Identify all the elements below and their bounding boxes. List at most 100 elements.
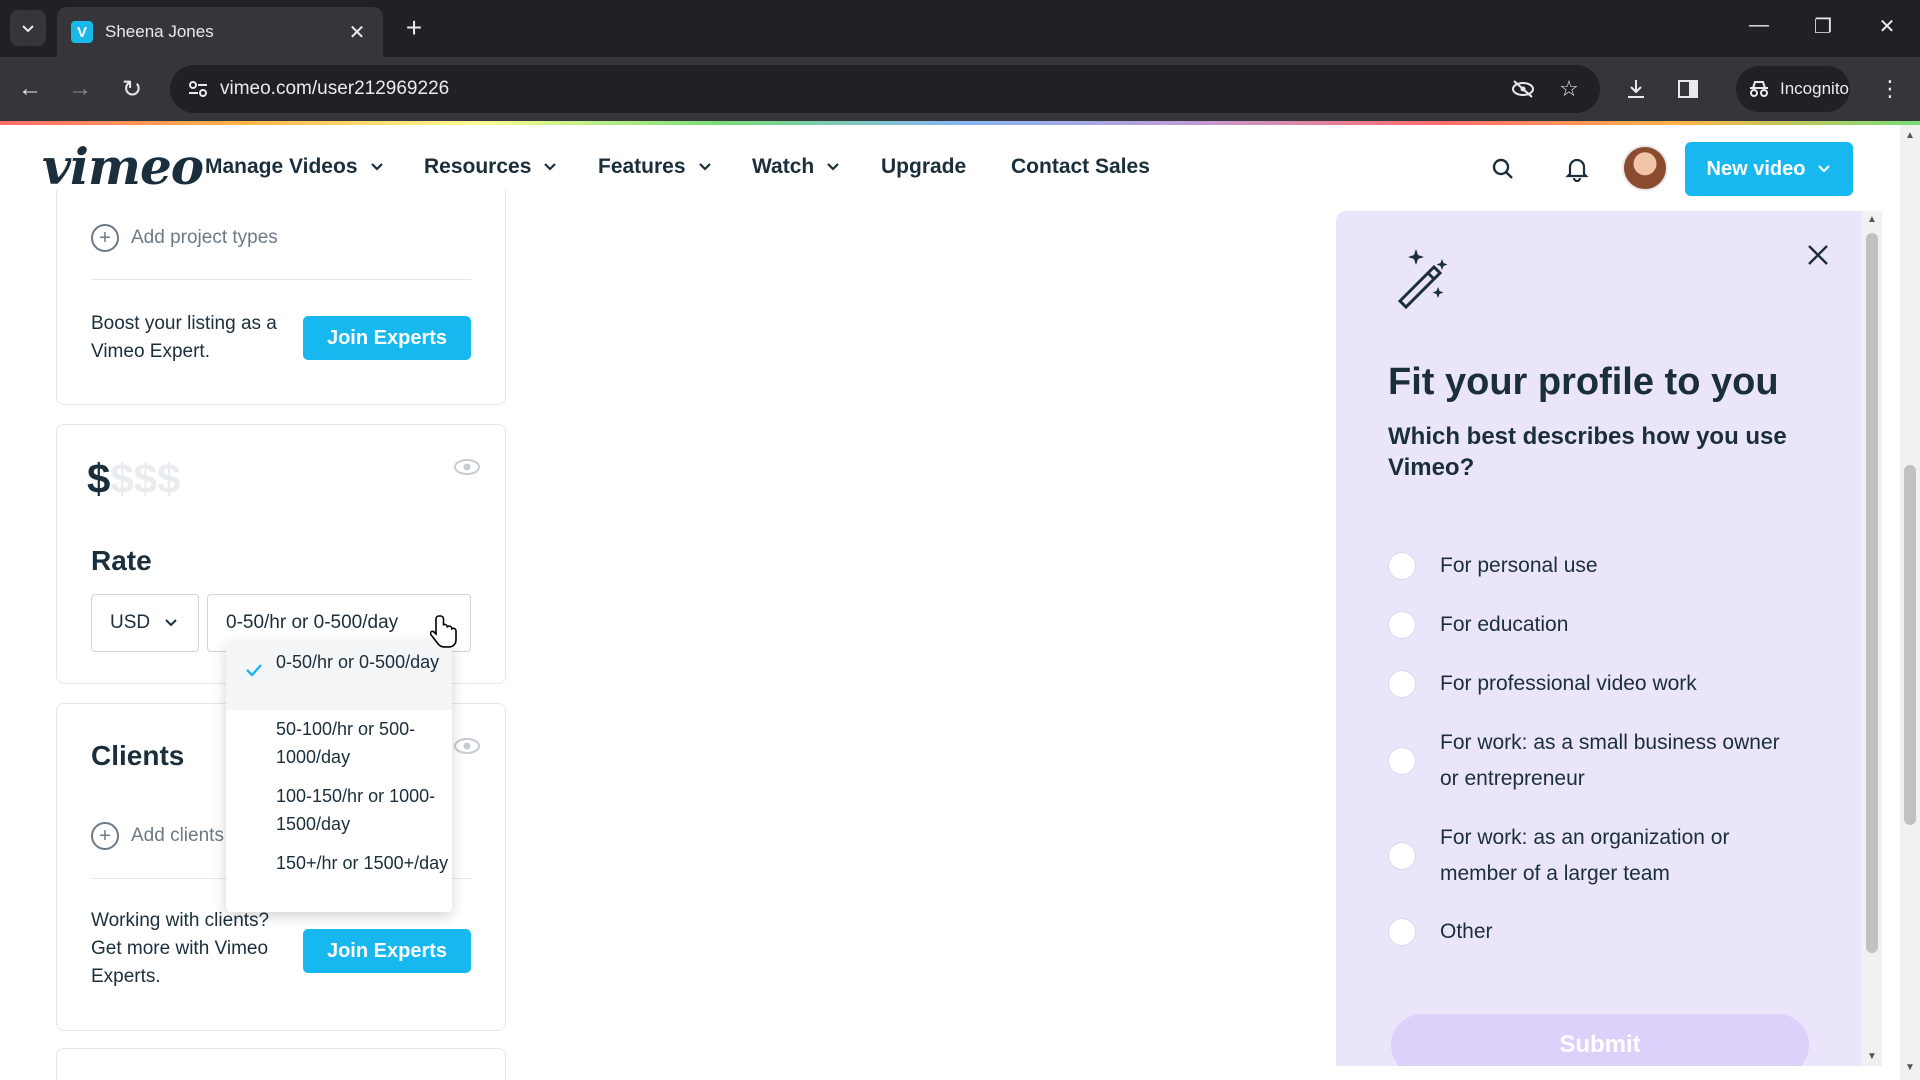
nav-manage-videos[interactable]: Manage Videos <box>205 155 384 179</box>
clients-title: Clients <box>91 740 185 771</box>
reload-icon[interactable]: ↻ <box>114 71 150 107</box>
browser-tab-bar: V Sheena Jones ✕ + — ❐ ✕ <box>0 0 1920 57</box>
chevron-down-icon <box>370 163 383 171</box>
scroll-down-icon[interactable]: ▼ <box>1905 1063 1915 1073</box>
forward-icon[interactable]: → <box>62 71 98 107</box>
rate-display: $$$$ <box>87 455 180 503</box>
working-with-clients-text: Working with clients? Get more with Vime… <box>91 910 270 987</box>
visibility-eye-icon[interactable] <box>453 736 481 756</box>
magic-wand-icon <box>1397 249 1448 310</box>
radio-button[interactable] <box>1388 670 1416 698</box>
side-panel-icon[interactable] <box>1672 73 1704 105</box>
panel-scrollbar[interactable]: ▲ ▼ <box>1862 211 1882 1066</box>
rate-title: Rate <box>91 545 152 576</box>
submit-button[interactable]: Submit <box>1391 1014 1809 1066</box>
restore-icon[interactable]: ❐ <box>1808 14 1838 39</box>
page-scroll-thumb[interactable] <box>1904 465 1916 825</box>
option-label: For education <box>1440 613 1569 636</box>
rate-option-label: 100-150/hr or 1000-1500/day <box>276 786 436 834</box>
option-label: For professional video work <box>1440 672 1697 695</box>
radio-button[interactable] <box>1388 842 1416 870</box>
hand-pointer-cursor-icon <box>430 615 457 648</box>
checkmark-icon <box>246 664 262 677</box>
usage-option-small-business[interactable]: For work: as a small business owner or e… <box>1388 725 1800 797</box>
currency-select[interactable]: USD <box>91 594 199 652</box>
divider <box>91 279 471 280</box>
add-project-types-button[interactable]: + Add project types <box>91 224 278 252</box>
rate-option[interactable]: 0-50/hr or 0-500/day <box>226 642 452 710</box>
radio-button[interactable] <box>1388 611 1416 639</box>
tab-search-button[interactable] <box>10 10 46 46</box>
new-tab-button[interactable]: + <box>398 12 430 44</box>
minimize-icon[interactable]: — <box>1744 14 1774 37</box>
address-bar[interactable]: vimeo.com/user212969226 ☆ <box>170 65 1600 113</box>
rate-option-label: 0-50/hr or 0-500/day <box>276 652 440 672</box>
scroll-up-icon[interactable]: ▲ <box>1905 131 1915 141</box>
browser-tab[interactable]: V Sheena Jones ✕ <box>57 7 383 57</box>
browser-menu-icon[interactable]: ⋮ <box>1874 73 1906 105</box>
chevron-down-icon <box>827 163 840 171</box>
join-experts-button[interactable]: Join Experts <box>303 929 471 973</box>
nav-label: Features <box>598 155 686 178</box>
usage-option-other[interactable]: Other <box>1388 914 1800 950</box>
back-icon[interactable]: ← <box>12 71 48 107</box>
vimeo-logo[interactable]: vimeo <box>42 137 204 196</box>
nav-resources[interactable]: Resources <box>424 155 557 179</box>
scroll-up-icon[interactable]: ▲ <box>1867 215 1877 225</box>
plus-circle-icon: + <box>91 224 119 252</box>
panel-scroll-thumb[interactable] <box>1866 233 1878 953</box>
chevron-down-icon <box>698 163 711 171</box>
incognito-badge[interactable]: Incognito <box>1736 66 1850 112</box>
url-text: vimeo.com/user212969226 <box>220 78 450 99</box>
vimeo-favicon-icon: V <box>71 21 93 43</box>
rate-option-label: 150+/hr or 1500+/day <box>276 853 449 873</box>
add-project-types-label: Add project types <box>131 227 278 248</box>
nav-upgrade[interactable]: Upgrade <box>881 155 966 179</box>
nav-watch[interactable]: Watch <box>752 155 840 179</box>
nav-label: Watch <box>752 155 815 178</box>
window-close-icon[interactable]: ✕ <box>1872 14 1902 39</box>
option-label: For personal use <box>1440 554 1598 577</box>
user-avatar[interactable] <box>1622 145 1668 191</box>
rate-range-dropdown: 0-50/hr or 0-500/day 50-100/hr or 500-10… <box>226 642 452 912</box>
tab-close-icon[interactable]: ✕ <box>345 20 369 45</box>
rate-placeholder: $$$ <box>110 455 181 502</box>
radio-button[interactable] <box>1388 552 1416 580</box>
rate-symbol: $ <box>87 455 111 502</box>
usage-option-organization[interactable]: For work: as an organization or member o… <box>1388 820 1800 892</box>
rate-option[interactable]: 150+/hr or 1500+/day <box>226 843 452 911</box>
usage-option-personal[interactable]: For personal use <box>1388 548 1800 584</box>
project-types-card: + Add project types Boost your listing a… <box>56 190 506 405</box>
usage-option-education[interactable]: For education <box>1388 607 1800 643</box>
notifications-bell-icon[interactable] <box>1557 149 1597 189</box>
panel-question: Which best describes how you use Vimeo? <box>1388 423 1787 481</box>
rate-option[interactable]: 50-100/hr or 500-1000/day <box>226 709 452 777</box>
panel-title: Fit your profile to you <box>1388 361 1779 403</box>
rate-option[interactable]: 100-150/hr or 1000-1500/day <box>226 776 452 844</box>
nav-contact-sales[interactable]: Contact Sales <box>1011 155 1150 179</box>
add-clients-button[interactable]: + Add clients <box>91 822 224 850</box>
nav-label: Manage Videos <box>205 155 358 178</box>
usage-option-professional[interactable]: For professional video work <box>1388 666 1800 702</box>
bookmark-star-icon[interactable]: ☆ <box>1556 76 1582 102</box>
new-video-button[interactable]: New video <box>1685 142 1853 196</box>
nav-label: Resources <box>424 155 532 178</box>
radio-button[interactable] <box>1388 747 1416 775</box>
site-info-icon[interactable] <box>186 77 210 101</box>
scroll-down-icon[interactable]: ▼ <box>1867 1052 1877 1062</box>
visibility-eye-icon[interactable] <box>453 457 481 477</box>
nav-label: Upgrade <box>881 155 967 178</box>
close-icon[interactable] <box>1804 241 1832 269</box>
radio-button[interactable] <box>1388 918 1416 946</box>
join-experts-button[interactable]: Join Experts <box>303 316 471 360</box>
chevron-down-icon <box>1818 165 1831 173</box>
page-scrollbar[interactable]: ▲ ▼ <box>1900 125 1920 1080</box>
eye-off-icon[interactable] <box>1510 76 1536 102</box>
download-icon[interactable] <box>1620 73 1652 105</box>
nav-features[interactable]: Features <box>598 155 712 179</box>
search-icon[interactable] <box>1483 149 1523 189</box>
incognito-icon <box>1750 81 1768 97</box>
rate-range-value: 0-50/hr or 0-500/day <box>226 612 399 633</box>
rate-option-label: 50-100/hr or 500-1000/day <box>276 719 416 767</box>
plus-circle-icon: + <box>91 822 119 850</box>
